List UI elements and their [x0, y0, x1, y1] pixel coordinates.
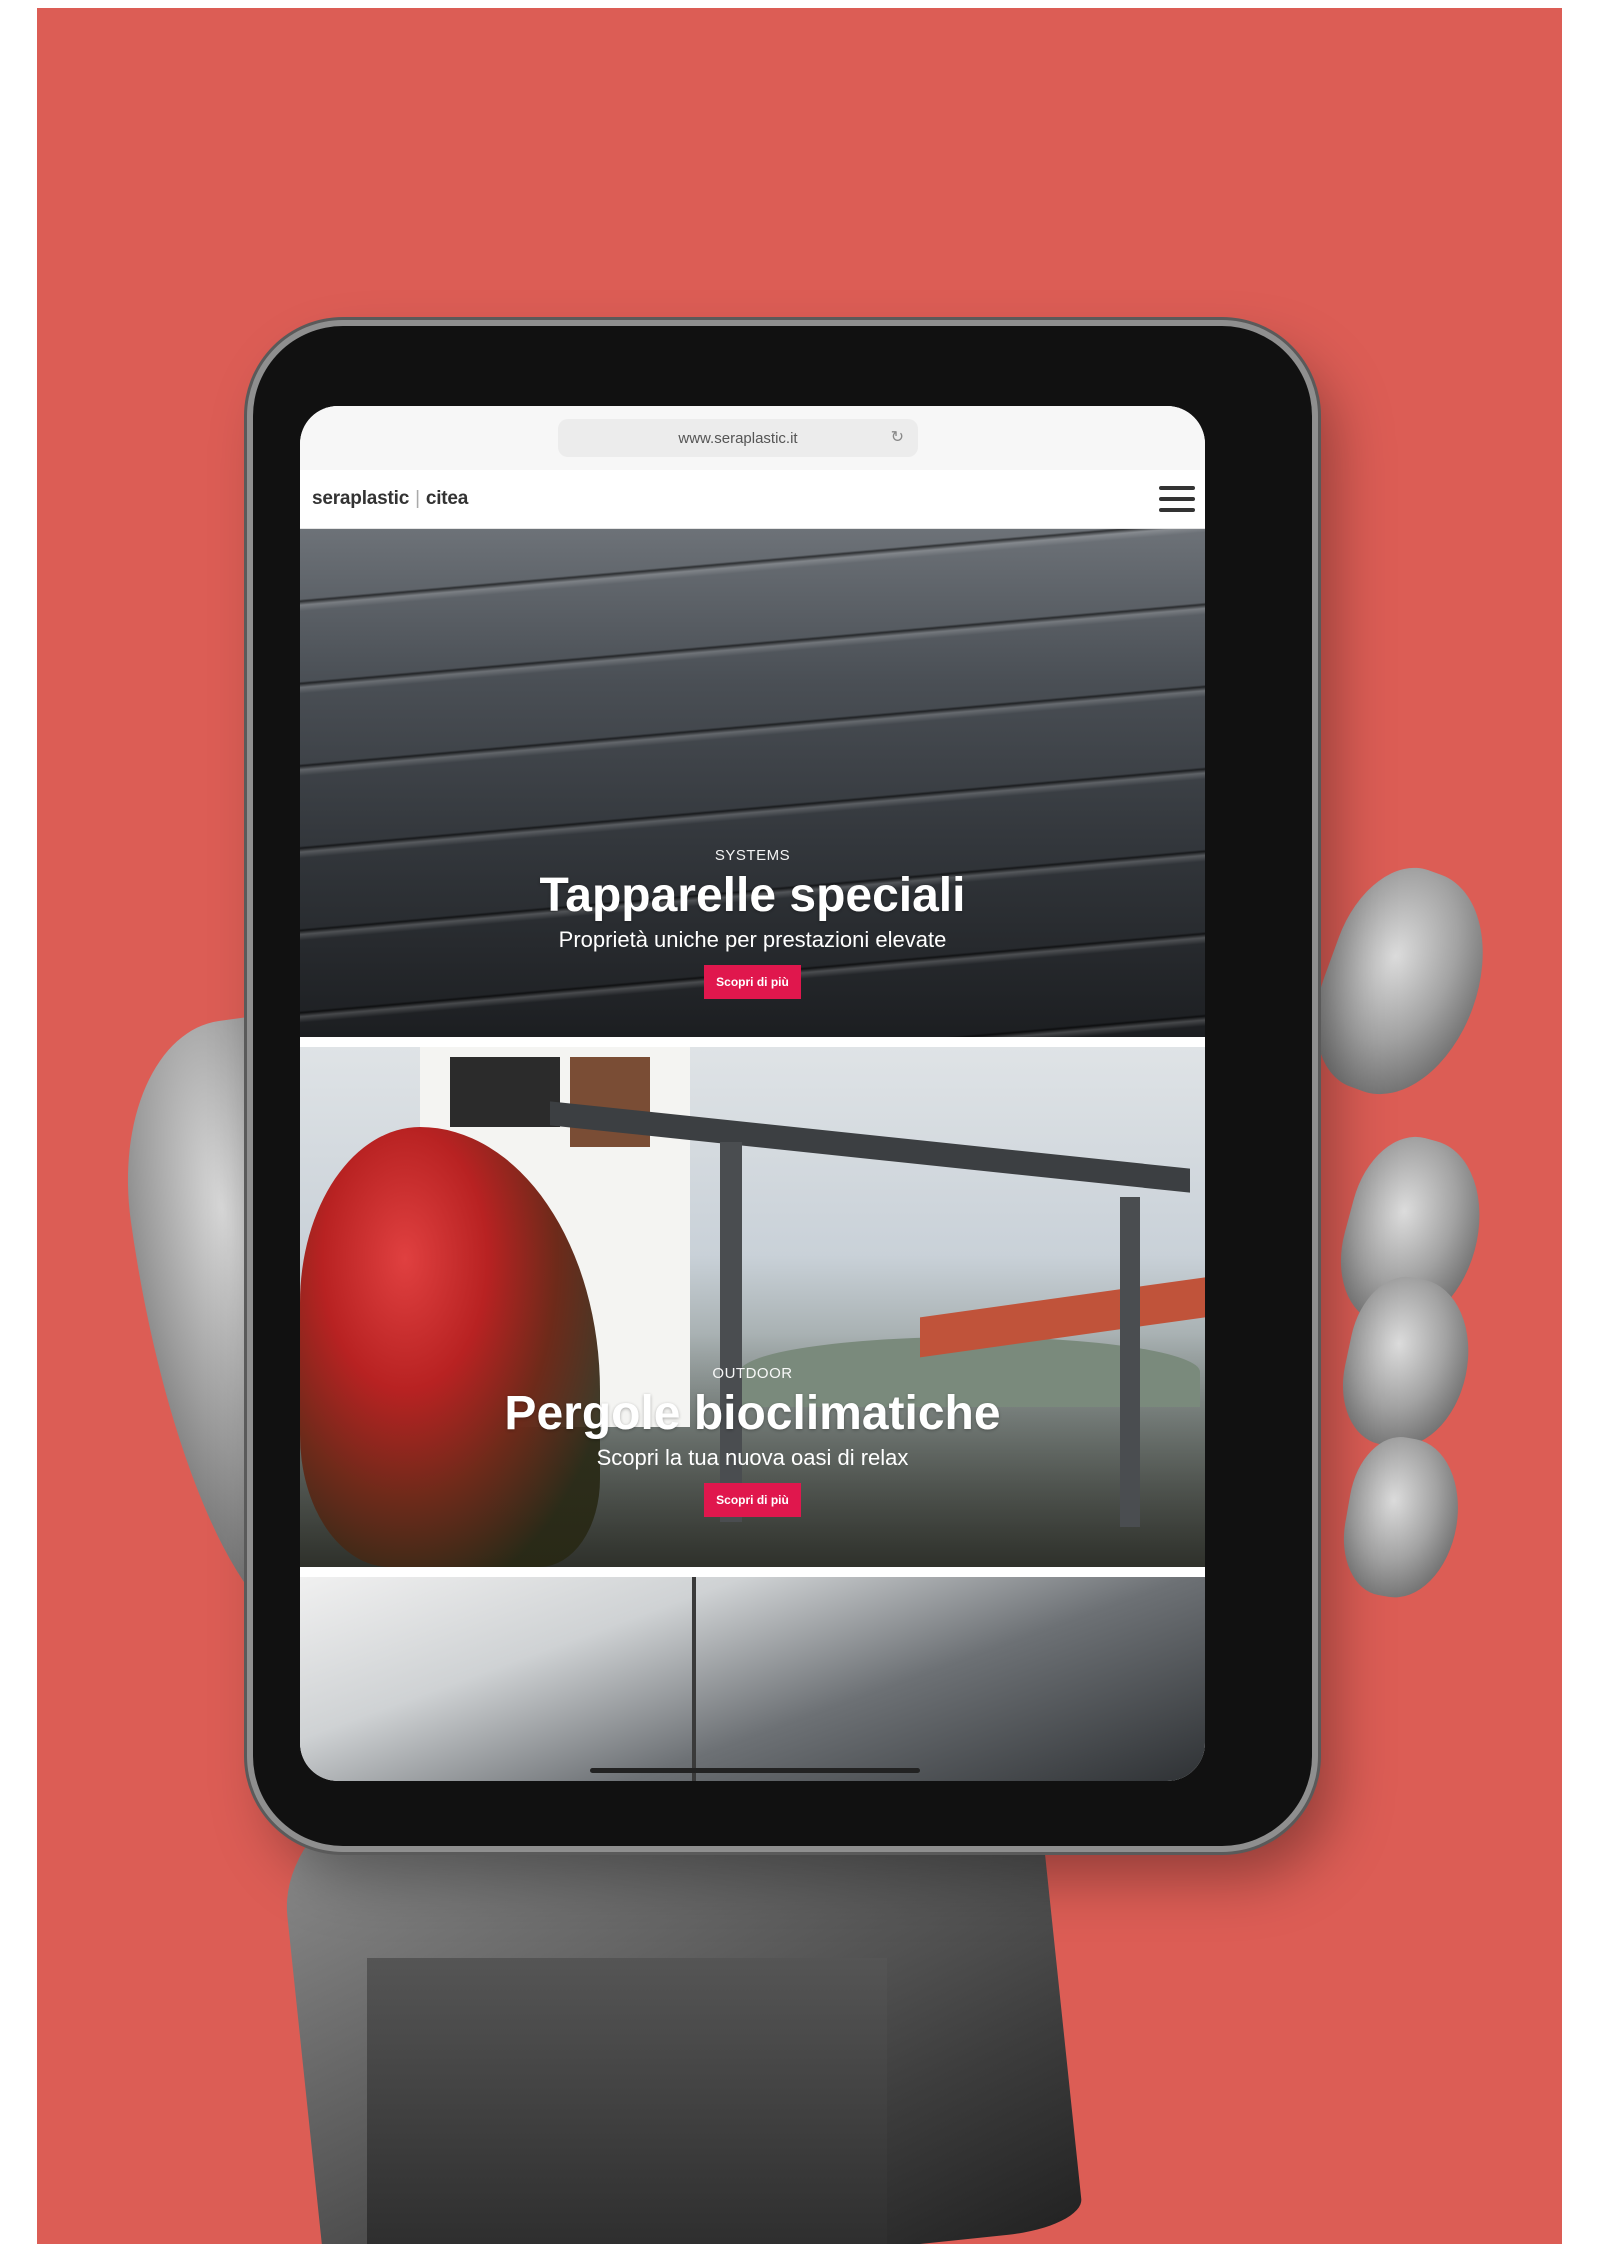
- hamburger-menu-icon[interactable]: [1159, 486, 1195, 512]
- discover-more-button[interactable]: Scopri di più: [704, 1483, 801, 1517]
- reload-icon[interactable]: ↻: [891, 427, 904, 447]
- section-eyebrow: SYSTEMS: [714, 847, 791, 864]
- hero-text: OUTDOOR Pergole bioclimatiche Scopri la …: [300, 1365, 1205, 1517]
- site-logo[interactable]: seraplastic | citea: [312, 488, 468, 510]
- hand-finger: [1292, 849, 1512, 1117]
- section-title: Tapparelle speciali: [539, 869, 966, 922]
- section-subtitle: Proprietà uniche per prestazioni elevate: [558, 927, 947, 952]
- section-subtitle: Scopri la tua nuova oasi di relax: [596, 1445, 909, 1470]
- window-image: [450, 1057, 560, 1127]
- section-eyebrow: OUTDOOR: [712, 1365, 793, 1382]
- hero-text: SYSTEMS Tapparelle speciali Proprietà un…: [300, 847, 1205, 999]
- site-header: seraplastic | citea: [300, 470, 1205, 529]
- logo-secondary: citea: [425, 488, 469, 509]
- logo-primary: seraplastic: [312, 488, 410, 509]
- logo-separator: |: [415, 488, 420, 509]
- tablet-screen: www.seraplastic.it ↻ seraplastic | citea S…: [300, 406, 1205, 1781]
- hero-section-systems[interactable]: SYSTEMS Tapparelle speciali Proprietà un…: [300, 529, 1205, 1037]
- browser-toolbar: www.seraplastic.it ↻: [300, 406, 1205, 470]
- section-title: Pergole bioclimatiche: [504, 1387, 1001, 1440]
- url-text: www.seraplastic.it: [678, 429, 798, 447]
- hero-section-third[interactable]: [300, 1577, 1205, 1781]
- blind-cord-image: [692, 1577, 696, 1781]
- discover-more-button[interactable]: Scopri di più: [704, 965, 801, 999]
- home-indicator[interactable]: [590, 1768, 920, 1773]
- tablet-device: www.seraplastic.it ↻ seraplastic | citea S…: [253, 326, 1312, 1846]
- address-bar[interactable]: www.seraplastic.it ↻: [558, 419, 918, 457]
- hand-finger: [1333, 1429, 1471, 1607]
- hero-section-outdoor[interactable]: OUTDOOR Pergole bioclimatiche Scopri la …: [300, 1047, 1205, 1567]
- hand-wrist: [367, 1958, 887, 2244]
